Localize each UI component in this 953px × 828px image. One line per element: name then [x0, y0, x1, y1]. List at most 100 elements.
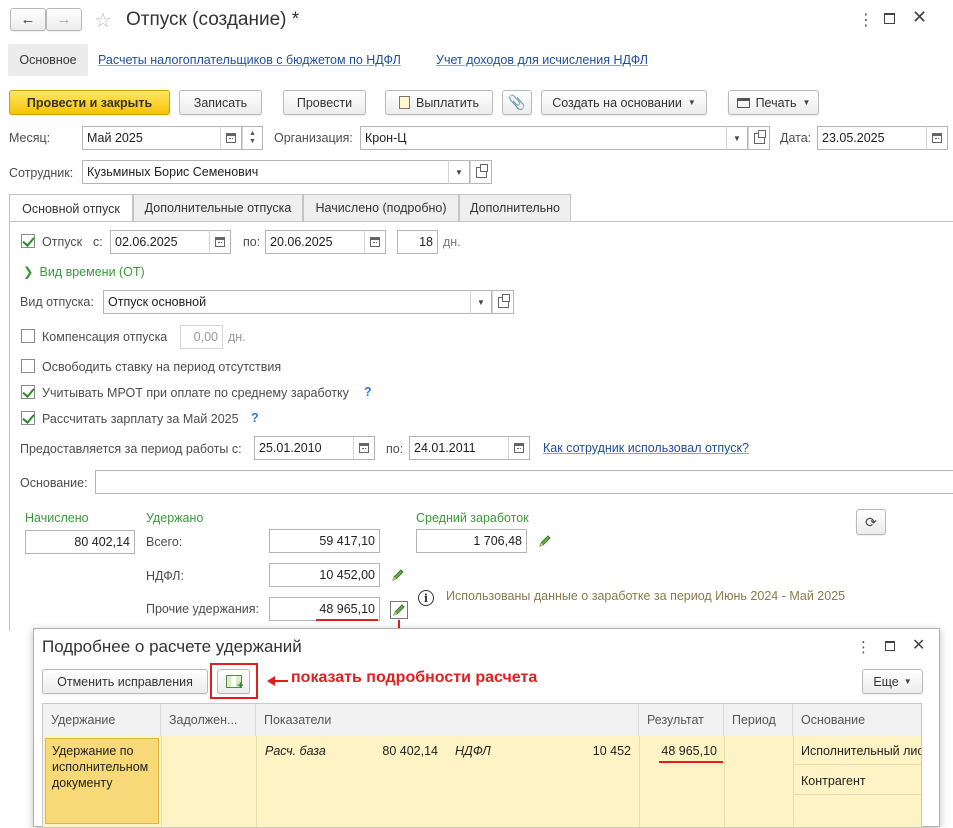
deductions-detail-dialog: Подробнее о расчете удержаний ⋮ ✕ Отмени… [33, 628, 940, 828]
open-form-icon [475, 163, 488, 178]
work-period-from-field[interactable]: 25.01.2010 [254, 436, 354, 460]
deduction-name: Удержание по исполнительном документу [52, 744, 149, 790]
month-field[interactable]: Май 2025 [82, 126, 221, 150]
date-label: Дата: [780, 131, 812, 145]
basis-document: Исполнительный лист [801, 744, 922, 758]
column-header-deduction[interactable]: Удержание [43, 704, 161, 736]
calc-salary-checkbox[interactable] [21, 411, 35, 425]
calc-salary-help-icon[interactable]: ? [251, 411, 259, 425]
work-period-to-field[interactable]: 24.01.2011 [409, 436, 509, 460]
tab-main-vacation[interactable]: Основной отпуск [9, 194, 133, 222]
indicator-ndfl-value: 10 452 [592, 744, 631, 758]
compensation-days-field[interactable]: 0,00 [180, 325, 223, 349]
employee-open-button[interactable] [470, 160, 492, 184]
column-header-period[interactable]: Период [724, 704, 793, 736]
work-period-to-calendar[interactable] [508, 436, 530, 460]
release-rate-checkbox[interactable] [21, 359, 35, 373]
calendar-icon [932, 133, 942, 143]
forward-button[interactable]: → [46, 8, 82, 31]
annotation-arrow-head [267, 676, 275, 686]
compensation-days-unit: дн. [228, 330, 246, 344]
organization-dropdown[interactable]: ▼ [726, 126, 748, 150]
dialog-menu-icon[interactable]: ⋮ [856, 638, 871, 656]
employee-label: Сотрудник: [9, 166, 74, 180]
vacation-from-field[interactable]: 02.06.2025 [110, 230, 210, 254]
vacation-checkbox[interactable] [21, 234, 35, 248]
basis-counterparty: Контрагент [801, 774, 866, 788]
tab-ndfl-income[interactable]: Учет доходов для исчисления НДФЛ [436, 53, 648, 67]
other-deductions-underline [316, 619, 378, 621]
window-menu-icon[interactable]: ⋮ [858, 10, 874, 30]
avg-earnings-edit-pencil-icon[interactable] [537, 533, 553, 549]
ndfl-edit-pencil-icon[interactable] [390, 567, 406, 583]
dialog-maximize-icon[interactable] [885, 641, 895, 651]
other-deductions-edit-pencil-icon[interactable] [390, 601, 408, 619]
print-button[interactable]: Печать ▼ [728, 90, 819, 115]
row-cell-deduction[interactable]: Удержание по исполнительном документу [45, 738, 159, 824]
tab-additional[interactable]: Дополнительно [459, 194, 571, 221]
accrued-label: Начислено [25, 511, 89, 525]
mrot-checkbox[interactable] [21, 385, 35, 399]
column-header-basis[interactable]: Основание [793, 704, 921, 736]
vacation-days-field[interactable]: 18 [397, 230, 438, 254]
tab-main[interactable]: Основное [8, 44, 88, 76]
vacation-from-calendar[interactable] [209, 230, 231, 254]
employee-dropdown[interactable]: ▼ [448, 160, 470, 184]
column-header-debt[interactable]: Задолжен... [161, 704, 256, 736]
how-used-vacation-link[interactable]: Как сотрудник использовал отпуск? [543, 441, 749, 455]
tab-accrued-detailed[interactable]: Начислено (подробно) [303, 194, 459, 221]
stepper-up-icon: ▲ [249, 130, 256, 137]
compensation-checkbox[interactable] [21, 329, 35, 343]
vacation-type-open-button[interactable] [492, 290, 514, 314]
table-row[interactable]: Удержание по исполнительном документу Ра… [43, 736, 922, 827]
calendar-icon [370, 237, 380, 247]
month-calendar-button[interactable] [220, 126, 242, 150]
dialog-close-icon[interactable]: ✕ [912, 635, 925, 655]
maximize-icon[interactable] [884, 13, 895, 24]
close-icon[interactable]: ✕ [912, 7, 927, 28]
row-col-divider [256, 736, 257, 827]
time-type-label: Вид времени (ОТ) [39, 265, 145, 279]
tab-ndfl-settlements[interactable]: Расчеты налогоплательщиков с бюджетом по… [98, 53, 401, 67]
organization-open-button[interactable] [748, 126, 770, 150]
save-button[interactable]: Записать [179, 90, 262, 115]
time-type-toggle[interactable]: ❯ Вид времени (ОТ) [23, 264, 145, 279]
calc-salary-label: Рассчитать зарплату за Май 2025 [42, 412, 239, 426]
basis-divider [793, 764, 921, 765]
column-header-indicators[interactable]: Показатели [256, 704, 639, 736]
date-field[interactable]: 23.05.2025 [817, 126, 927, 150]
more-button[interactable]: Еще ▼ [862, 669, 923, 694]
vacation-to-field[interactable]: 20.06.2025 [265, 230, 365, 254]
back-button[interactable]: ← [10, 8, 46, 31]
work-period-label: Предоставляется за период работы с: [20, 442, 242, 456]
open-form-icon [497, 293, 510, 308]
create-based-on-button[interactable]: Создать на основании ▼ [541, 90, 707, 115]
column-header-result[interactable]: Результат [639, 704, 724, 736]
cancel-corrections-button[interactable]: Отменить исправления [42, 669, 208, 694]
month-stepper[interactable]: ▲ ▼ [242, 126, 263, 150]
indicator-base-name: Расч. база [265, 744, 326, 758]
vacation-type-field[interactable]: Отпуск основной [103, 290, 471, 314]
refresh-button[interactable]: ⟳ [856, 509, 886, 535]
post-button[interactable]: Провести [283, 90, 366, 115]
attach-button[interactable]: 📎 [502, 90, 532, 115]
post-and-close-button[interactable]: Провести и закрыть [9, 90, 170, 115]
favorite-star-icon[interactable]: ☆ [94, 8, 112, 33]
pay-button[interactable]: Выплатить [385, 90, 493, 115]
basis-divider [793, 794, 921, 795]
date-calendar-button[interactable] [926, 126, 948, 150]
mrot-help-icon[interactable]: ? [364, 385, 372, 399]
calendar-icon [359, 443, 369, 453]
work-period-from-calendar[interactable] [353, 436, 375, 460]
employee-field[interactable]: Кузьминых Борис Семенович [82, 160, 449, 184]
page-title: Отпуск (создание) * [126, 9, 300, 30]
indicator-ndfl-name: НДФЛ [455, 744, 491, 758]
organization-field[interactable]: Крон-Ц [360, 126, 727, 150]
tab-additional-vacations[interactable]: Дополнительные отпуска [133, 194, 303, 221]
withheld-total-value: 59 417,10 [269, 529, 380, 553]
vacation-type-dropdown[interactable]: ▼ [470, 290, 492, 314]
basis-field[interactable] [95, 470, 953, 494]
vacation-to-calendar[interactable] [364, 230, 386, 254]
chevron-down-icon: ▼ [455, 167, 463, 177]
show-details-button[interactable]: + [217, 669, 250, 694]
